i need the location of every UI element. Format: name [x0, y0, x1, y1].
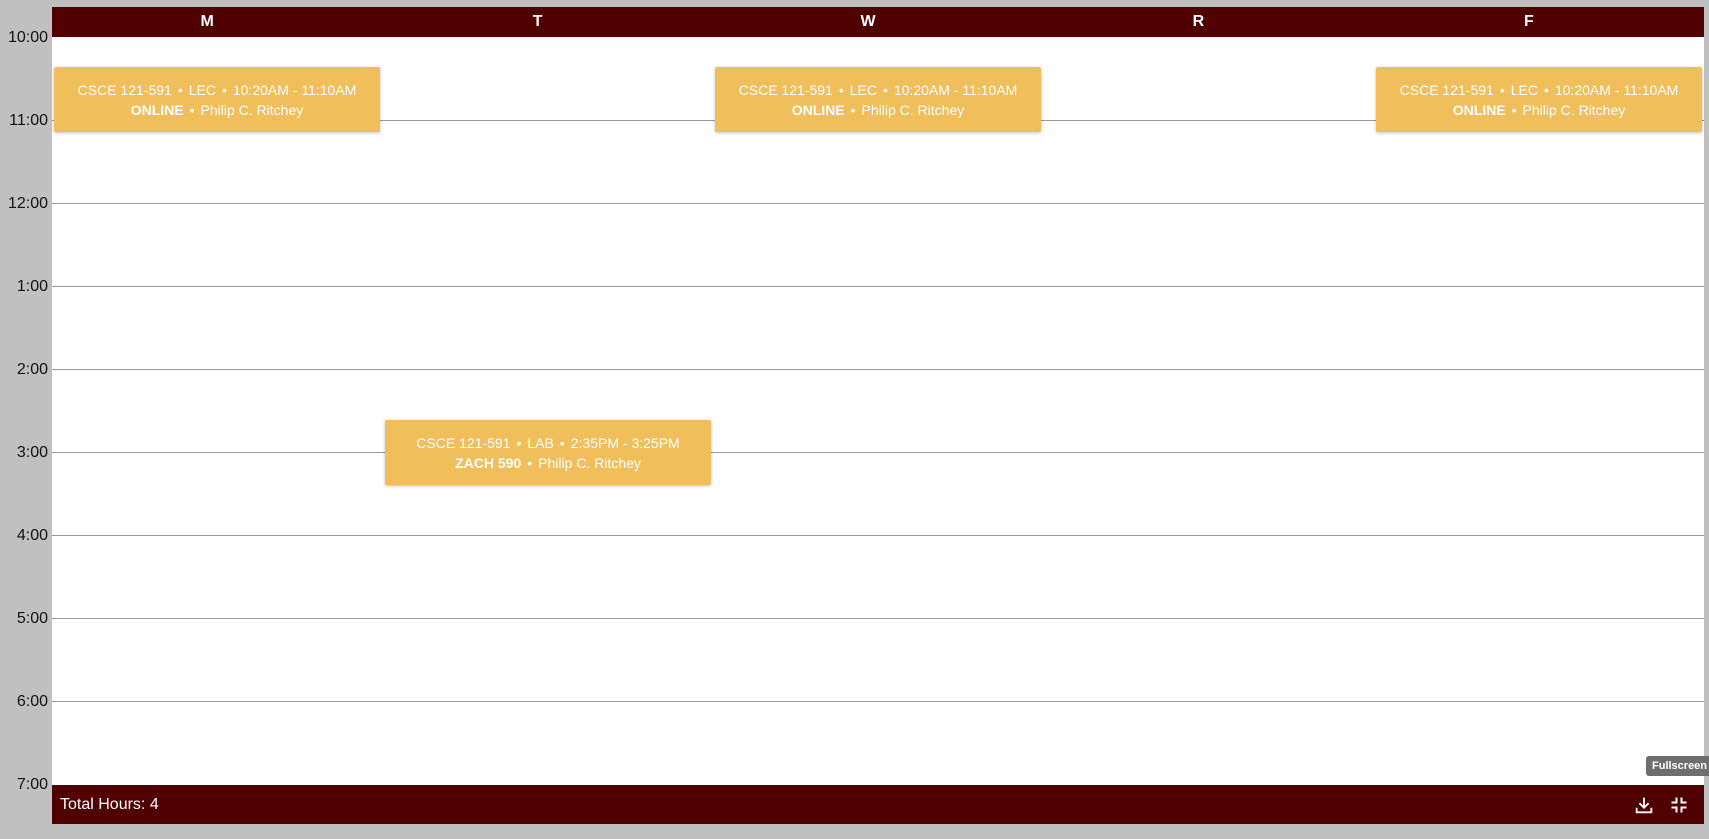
time-grid: CSCE 121-591 • LEC • 10:20AM - 11:10AM ONLIN… — [52, 37, 1704, 785]
download-icon — [1635, 797, 1653, 814]
day-header-thursday: R — [1192, 13, 1205, 30]
time-axis: 10:00 11:00 12:00 1:00 2:00 3:00 4:00 5:… — [0, 0, 52, 839]
total-hours: Total Hours: 4 — [60, 796, 159, 813]
course-event-wednesday[interactable]: CSCE 121-591 • LEC • 10:20AM - 11:10AM ONLIN… — [715, 67, 1041, 132]
schedule-footer: Total Hours: 4 — [52, 785, 1704, 824]
day-header-friday: F — [1523, 13, 1534, 30]
day-header-monday: M — [200, 13, 214, 30]
course-event-tuesday-lab[interactable]: CSCE 121-591 • LAB • 2:35PM - 3:25PM ZACH 59… — [385, 420, 711, 485]
time-label: 6:00 — [16, 693, 48, 710]
time-label: 1:00 — [16, 278, 48, 295]
download-button[interactable] — [1632, 793, 1656, 817]
day-header-wednesday: W — [860, 13, 876, 30]
time-label: 12:00 — [7, 195, 48, 212]
event-summary: CSCE 121-591 • LAB • 2:35PM - 3:25PM — [416, 434, 680, 451]
event-summary: CSCE 121-591 • LEC • 10:20AM - 11:10AM — [77, 81, 357, 98]
event-summary: CSCE 121-591 • LEC • 10:20AM - 11:10AM — [1399, 81, 1679, 98]
time-label: 7:00 — [16, 776, 48, 793]
hour-line — [52, 203, 1704, 204]
hour-line — [52, 286, 1704, 287]
time-label: 2:00 — [16, 361, 48, 378]
fullscreen-tooltip: Fullscreen — [1646, 756, 1709, 776]
day-header: M T W R F — [52, 7, 1704, 37]
event-details: ONLINE • Philip C. Ritchey — [1452, 101, 1626, 118]
hour-line — [52, 618, 1704, 619]
day-header-tuesday: T — [532, 13, 543, 30]
course-event-friday[interactable]: CSCE 121-591 • LEC • 10:20AM - 11:10AM ONLIN… — [1376, 67, 1702, 132]
time-label: 3:00 — [16, 444, 48, 461]
hour-line — [52, 701, 1704, 702]
event-details: ONLINE • Philip C. Ritchey — [791, 101, 965, 118]
schedule-calendar: M T W R F CSCE 121-591 • LEC • 10:20AM - 11:… — [52, 7, 1704, 824]
hour-line — [52, 535, 1704, 536]
time-label: 4:00 — [16, 527, 48, 544]
event-details: ONLINE • Philip C. Ritchey — [130, 101, 304, 118]
exit-fullscreen-icon — [1671, 797, 1687, 813]
hour-line — [52, 369, 1704, 370]
event-summary: CSCE 121-591 • LEC • 10:20AM - 11:10AM — [738, 81, 1018, 98]
event-details: ZACH 590 • Philip C. Ritchey — [455, 454, 641, 471]
hour-line — [52, 452, 1704, 453]
exit-fullscreen-button[interactable] — [1667, 793, 1691, 817]
time-label: 11:00 — [9, 112, 48, 129]
time-label: 5:00 — [16, 610, 48, 627]
course-event-monday[interactable]: CSCE 121-591 • LEC • 10:20AM - 11:10AM ONLIN… — [54, 67, 380, 132]
